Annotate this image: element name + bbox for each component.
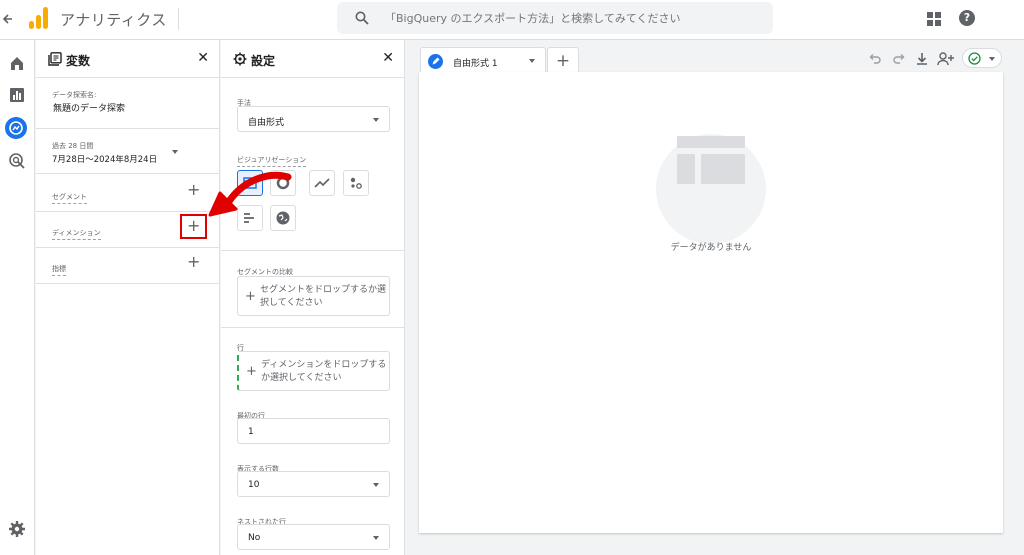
settings-panel-title: 設定 — [251, 54, 276, 68]
rows-dropzone[interactable]: + ディメンションをドロップするか選択してください — [237, 351, 390, 391]
settings-panel: 設定 ✕ 手法 自由形式 ビジュアリゼーション セグメントの比較 + セグメント… — [221, 40, 405, 555]
add-icon: + — [246, 364, 257, 379]
search-input[interactable] — [385, 2, 765, 34]
add-metric-button[interactable]: + — [187, 254, 200, 270]
search-bar[interactable] — [337, 2, 773, 34]
variables-panel-title: 変数 — [66, 54, 91, 68]
chevron-down-icon — [373, 118, 379, 122]
technique-select[interactable]: 自由形式 — [237, 106, 390, 132]
scatter-chart-icon — [350, 177, 362, 189]
advertising-icon[interactable] — [8, 152, 26, 170]
viz-scatter-button[interactable] — [343, 170, 369, 196]
check-circle-icon — [968, 52, 981, 65]
settings-panel-header: 設定 ✕ — [221, 40, 404, 78]
download-icon[interactable] — [914, 51, 930, 67]
nested-rows-value: No — [248, 533, 261, 543]
technique-value: 自由形式 — [248, 118, 285, 128]
add-segment-button[interactable]: + — [187, 182, 200, 198]
divider — [36, 283, 219, 284]
status-chip[interactable] — [962, 48, 1002, 68]
chevron-down-icon — [989, 57, 995, 61]
close-icon[interactable]: ✕ — [382, 51, 394, 65]
date-dropdown-icon[interactable] — [172, 150, 178, 154]
date-range-badge: 過去 28 日間 — [52, 142, 94, 150]
explore-icon[interactable] — [5, 117, 27, 139]
apps-grid-icon[interactable] — [927, 12, 941, 26]
rows-drop-text: ディメンションをドロップするか選択してください — [261, 360, 387, 383]
close-icon[interactable]: ✕ — [197, 51, 209, 65]
left-nav-rail — [0, 40, 35, 555]
title-divider — [178, 8, 179, 30]
home-icon[interactable] — [8, 54, 26, 72]
viz-line-button[interactable] — [309, 170, 335, 196]
redo-icon[interactable] — [891, 51, 907, 67]
nested-rows-select[interactable]: No — [237, 524, 390, 550]
app-title: アナリティクス — [60, 11, 167, 29]
add-tab-button[interactable]: + — [547, 47, 579, 74]
help-icon[interactable]: ? — [959, 10, 975, 26]
reports-icon[interactable] — [8, 86, 26, 104]
date-range-text: 7月28日～2024年8月24日 — [52, 155, 158, 165]
divider — [36, 173, 219, 174]
chevron-down-icon — [373, 536, 379, 540]
segments-section: セグメント — [52, 184, 87, 204]
exploration-name-field[interactable]: 無題のデータ探索 — [53, 101, 125, 114]
top-app-bar: アナリティクス ? — [0, 0, 1024, 40]
chevron-down-icon[interactable] — [529, 59, 535, 63]
first-row-value: 1 — [248, 427, 254, 437]
show-rows-value: 10 — [248, 480, 260, 490]
pencil-icon — [428, 54, 443, 69]
analytics-logo-icon — [29, 7, 49, 29]
empty-state-illustration — [656, 134, 766, 244]
divider — [36, 211, 219, 212]
annotation-arrow-icon — [208, 171, 292, 217]
segment-drop-text: セグメントをドロップするか選択してください — [260, 285, 387, 308]
variables-icon — [48, 52, 62, 66]
line-chart-icon — [314, 178, 330, 188]
undo-icon[interactable] — [867, 51, 883, 67]
gear-icon[interactable] — [8, 520, 26, 538]
first-row-input[interactable]: 1 — [237, 418, 390, 444]
search-icon — [355, 11, 369, 25]
metrics-section: 指標 — [52, 256, 66, 276]
annotation-highlight-box — [180, 214, 207, 239]
date-range-picker[interactable]: 過去 28 日間 7月28日～2024年8月24日 — [52, 141, 157, 165]
variables-panel-header: 変数 ✕ — [36, 40, 219, 78]
variables-panel: 変数 ✕ データ探索名: 無題のデータ探索 過去 28 日間 7月28日～202… — [36, 40, 220, 555]
add-icon: + — [245, 289, 256, 304]
back-arrow-icon[interactable] — [2, 9, 16, 29]
share-user-icon[interactable] — [937, 51, 955, 67]
metrics-label: 指標 — [52, 264, 66, 276]
show-rows-select[interactable]: 10 — [237, 471, 390, 497]
tab-label: 自由形式 1 — [453, 59, 498, 69]
chevron-down-icon — [373, 483, 379, 487]
divider — [36, 128, 219, 129]
tab-freeform-1[interactable]: 自由形式 1 — [420, 47, 546, 74]
divider — [221, 327, 404, 328]
dimensions-section: ディメンション — [52, 220, 101, 240]
segment-dropzone[interactable]: + セグメントをドロップするか選択してください — [237, 276, 390, 316]
gear-icon — [233, 52, 247, 66]
empty-state-message: データがありません — [670, 243, 752, 253]
dimensions-label: ディメンション — [52, 228, 101, 240]
segments-label: セグメント — [52, 192, 87, 204]
exploration-name-label: データ探索名: — [52, 91, 97, 99]
